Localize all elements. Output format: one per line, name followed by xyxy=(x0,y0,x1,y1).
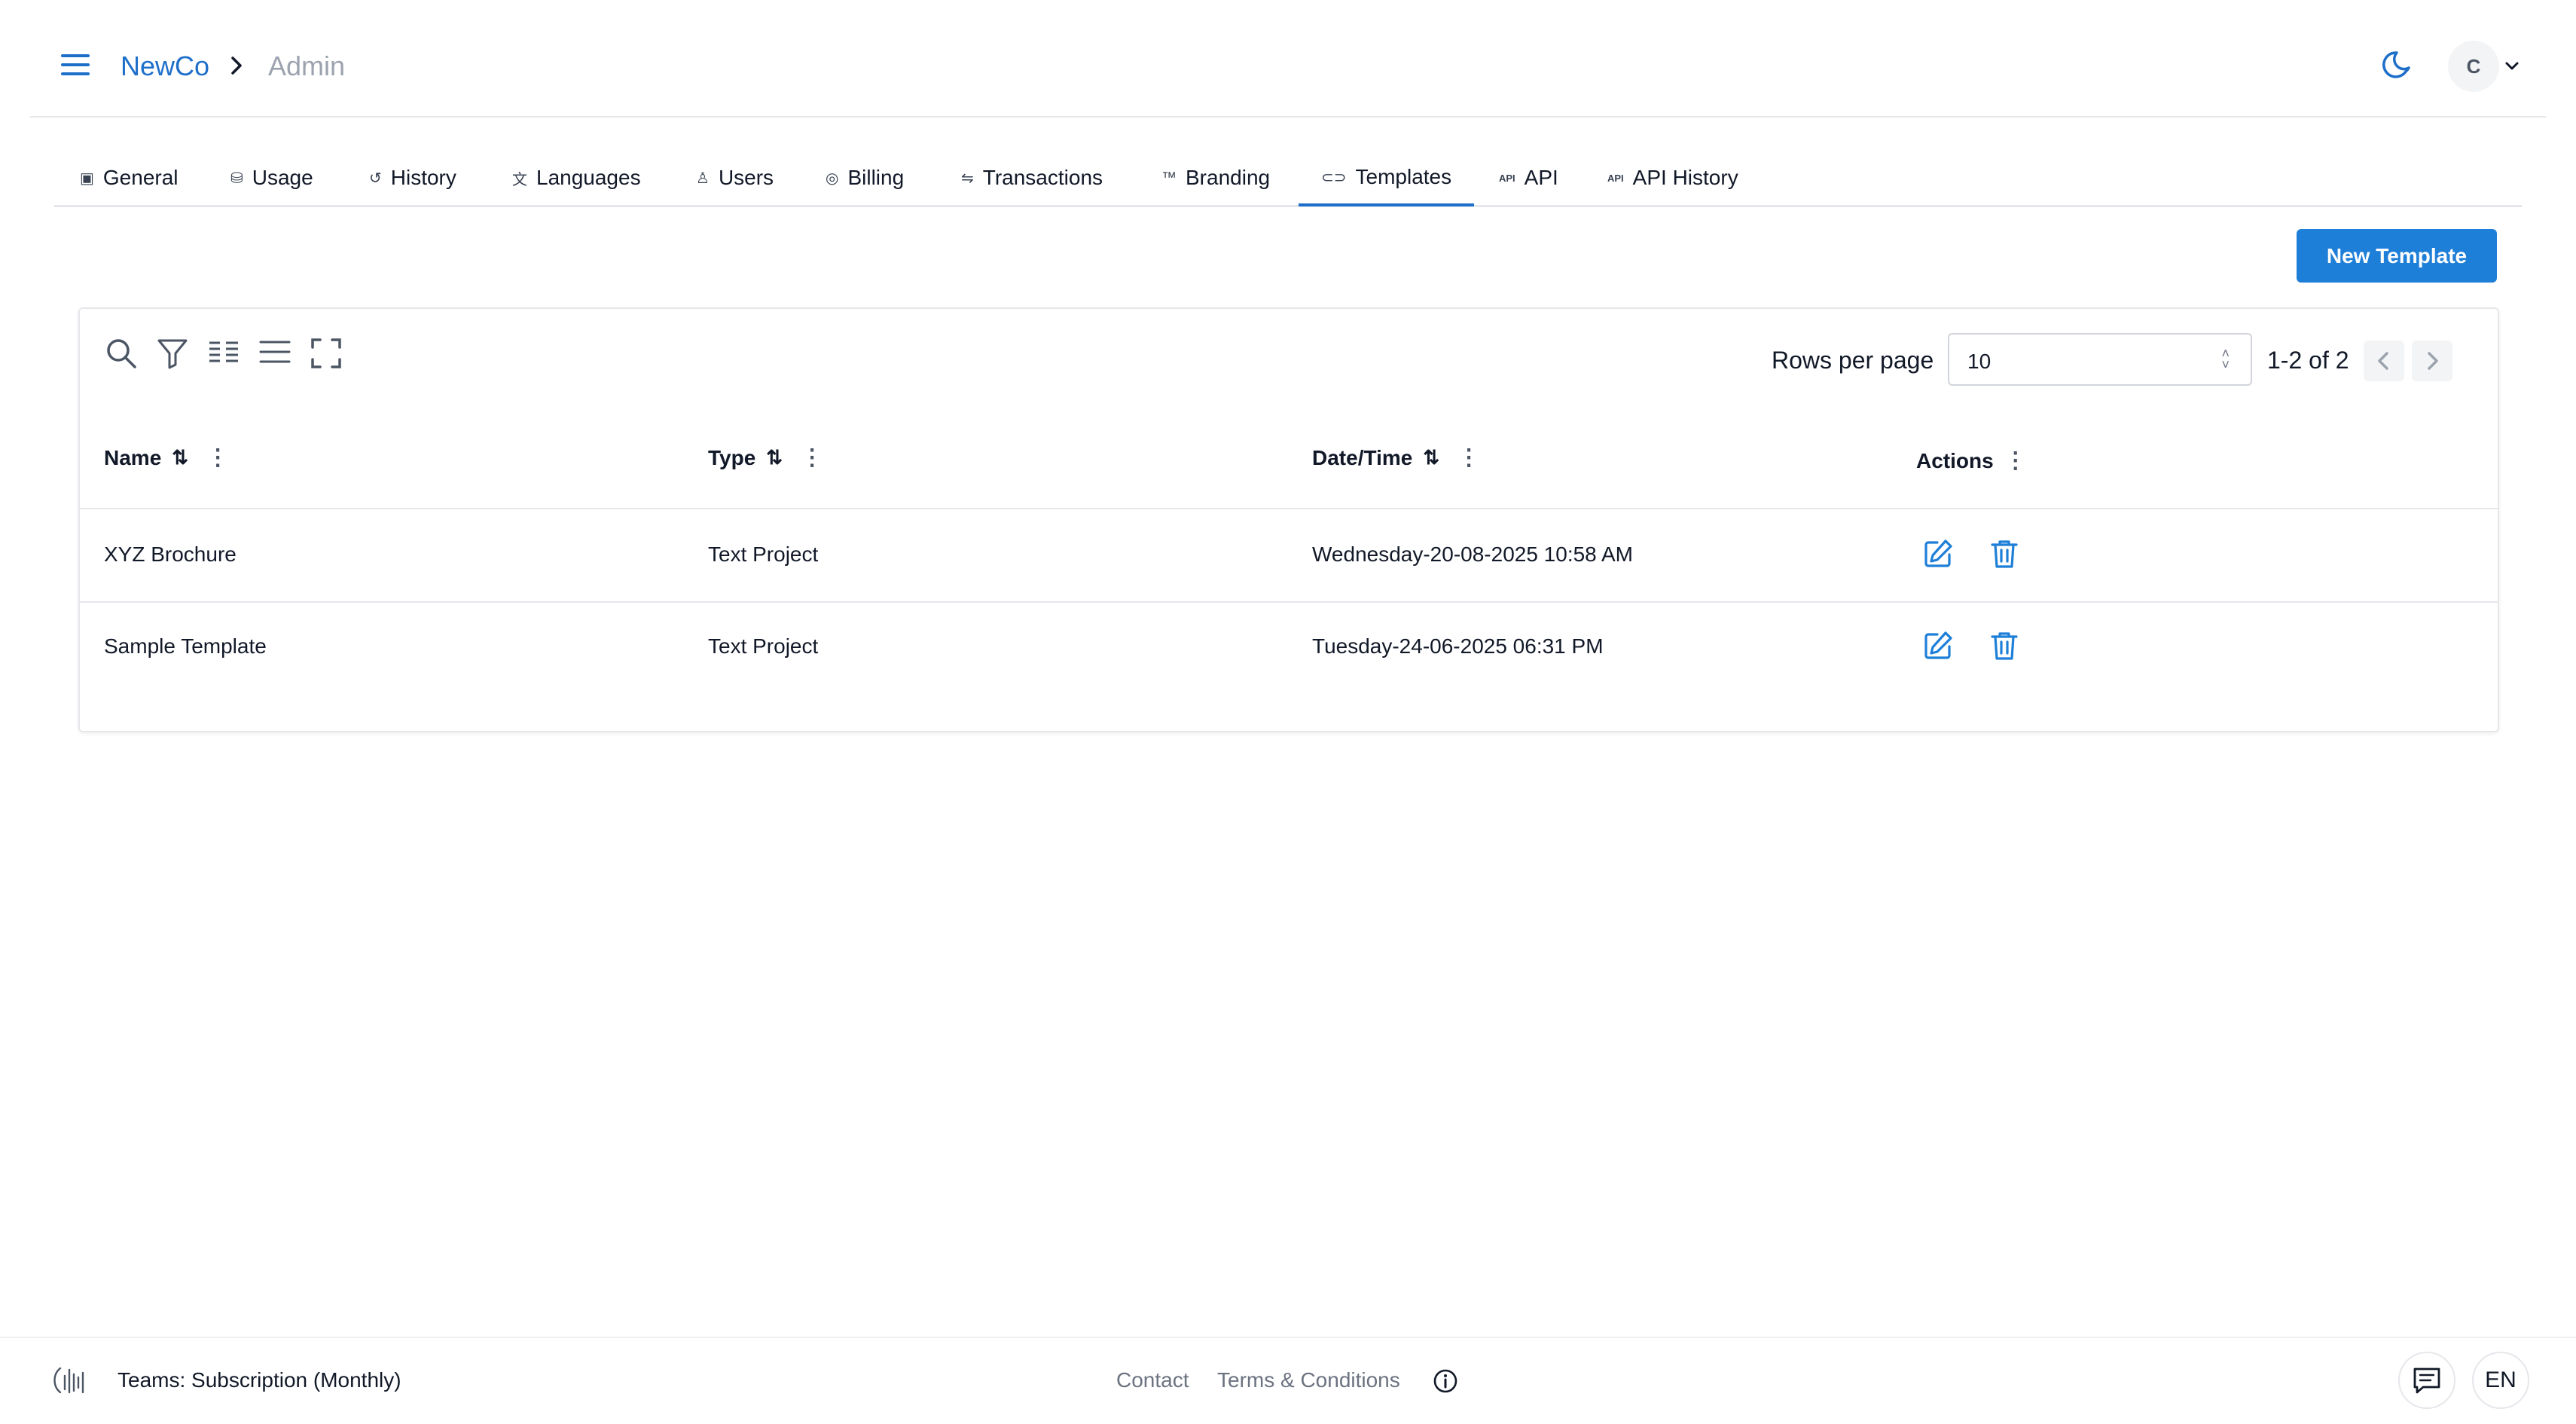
pagination-range: 1-2 of 2 xyxy=(2267,347,2349,374)
tab-templates[interactable]: ⊂⊃ Templates xyxy=(1299,151,1475,206)
brand-logo-icon xyxy=(50,1362,89,1398)
cell-type: Text Project xyxy=(708,542,819,566)
cell-name: Sample Template xyxy=(104,634,267,658)
previous-page-button[interactable] xyxy=(2364,341,2404,381)
fullscreen-icon[interactable] xyxy=(309,336,343,371)
user-icon: ♙ xyxy=(696,170,710,187)
column-menu-icon[interactable]: ⋮ xyxy=(801,445,823,471)
column-header-datetime[interactable]: Date/Time ⇅ ⋮ xyxy=(1312,445,1480,471)
cell-datetime: Tuesday-24-06-2025 06:31 PM xyxy=(1312,634,1604,658)
cell-type: Text Project xyxy=(708,634,819,658)
column-header-actions: Actions ⋮ xyxy=(1916,448,2027,474)
menu-icon[interactable] xyxy=(60,51,90,78)
search-icon[interactable] xyxy=(104,336,139,371)
translate-icon: 文 xyxy=(512,171,527,188)
chevron-left-icon xyxy=(2378,352,2388,370)
avatar: C xyxy=(2448,41,2499,92)
tab-api-history[interactable]: API API History xyxy=(1607,151,1738,205)
template-icon: ⊂⊃ xyxy=(1321,169,1347,186)
language-button[interactable]: EN xyxy=(2472,1352,2529,1409)
header-divider xyxy=(30,116,2546,118)
sort-icon[interactable]: ⇅ xyxy=(1423,446,1439,469)
new-template-button[interactable]: New Template xyxy=(2297,229,2497,283)
cell-name: XYZ Brochure xyxy=(104,542,237,566)
delete-icon[interactable] xyxy=(1988,630,2020,662)
cell-datetime: Wednesday-20-08-2025 10:58 AM xyxy=(1312,542,1633,566)
edit-icon[interactable] xyxy=(1922,538,1954,570)
trademark-icon: ™ xyxy=(1161,169,1177,186)
chevron-right-icon xyxy=(226,53,247,78)
chevron-down-icon xyxy=(2505,62,2519,70)
info-icon[interactable] xyxy=(1433,1368,1458,1394)
rows-per-page-select[interactable]: 10 ˄ ˅ xyxy=(1948,333,2252,386)
tab-usage[interactable]: ⛁ Usage xyxy=(230,151,313,205)
column-header-name[interactable]: Name ⇅ ⋮ xyxy=(104,445,229,471)
swap-icon: ⇋ xyxy=(961,170,974,187)
tab-transactions[interactable]: ⇋ Transactions xyxy=(961,151,1103,205)
user-menu[interactable]: C xyxy=(2448,41,2523,92)
select-arrows-icon: ˄ ˅ xyxy=(2221,346,2230,372)
density-icon[interactable] xyxy=(258,336,292,371)
history-icon: ↺ xyxy=(369,170,382,187)
sort-icon[interactable]: ⇅ xyxy=(172,446,188,469)
admin-tabs: ▣ General ⛁ Usage ↺ History 文 Languages ♙ Use… xyxy=(54,151,2522,207)
header-row-divider xyxy=(80,508,2498,509)
moon-icon xyxy=(2382,51,2410,78)
footer-divider xyxy=(0,1337,2576,1338)
avatar-initial: C xyxy=(2466,54,2481,78)
breadcrumb-brand[interactable]: NewCo xyxy=(121,47,209,86)
chat-icon xyxy=(2413,1367,2440,1394)
column-menu-icon[interactable]: ⋮ xyxy=(206,445,229,471)
column-menu-icon[interactable]: ⋮ xyxy=(1457,445,1480,471)
language-label: EN xyxy=(2485,1367,2516,1392)
columns-icon[interactable] xyxy=(206,336,241,371)
edit-icon[interactable] xyxy=(1922,630,1954,662)
column-header-type[interactable]: Type ⇅ ⋮ xyxy=(708,445,823,471)
chat-button[interactable] xyxy=(2398,1352,2455,1409)
contact-link[interactable]: Contact xyxy=(1116,1368,1189,1392)
coins-icon: ◎ xyxy=(826,170,839,187)
subscription-label: Teams: Subscription (Monthly) xyxy=(118,1368,401,1392)
rows-per-page-value: 10 xyxy=(1967,350,1992,373)
tab-billing[interactable]: ◎ Billing xyxy=(826,151,904,205)
tab-api[interactable]: API API xyxy=(1499,151,1558,205)
next-page-button[interactable] xyxy=(2412,341,2452,381)
sort-icon[interactable]: ⇅ xyxy=(766,446,783,469)
tab-users[interactable]: ♙ Users xyxy=(696,151,774,205)
api-icon: API xyxy=(1607,172,1624,184)
dark-mode-toggle[interactable] xyxy=(2380,47,2416,83)
tab-languages[interactable]: 文 Languages xyxy=(512,151,641,205)
breadcrumb-current: Admin xyxy=(268,50,346,81)
tab-history[interactable]: ↺ History xyxy=(369,151,456,205)
column-menu-icon[interactable]: ⋮ xyxy=(2004,448,2027,474)
tab-general[interactable]: ▣ General xyxy=(80,151,179,205)
filter-icon[interactable] xyxy=(155,336,190,371)
database-icon: ⛁ xyxy=(230,170,243,187)
row-divider xyxy=(80,601,2498,603)
api-icon: API xyxy=(1499,172,1515,184)
rows-per-page-label: Rows per page xyxy=(1772,347,1934,374)
delete-icon[interactable] xyxy=(1988,538,2020,570)
templates-table: Rows per page 10 ˄ ˅ 1-2 of 2 Name ⇅ ⋮ Ty… xyxy=(78,307,2499,732)
chevron-right-icon xyxy=(2428,352,2438,370)
info-box-icon: ▣ xyxy=(80,170,94,187)
tab-branding[interactable]: ™ Branding xyxy=(1161,151,1270,205)
terms-link[interactable]: Terms & Conditions xyxy=(1217,1368,1400,1392)
